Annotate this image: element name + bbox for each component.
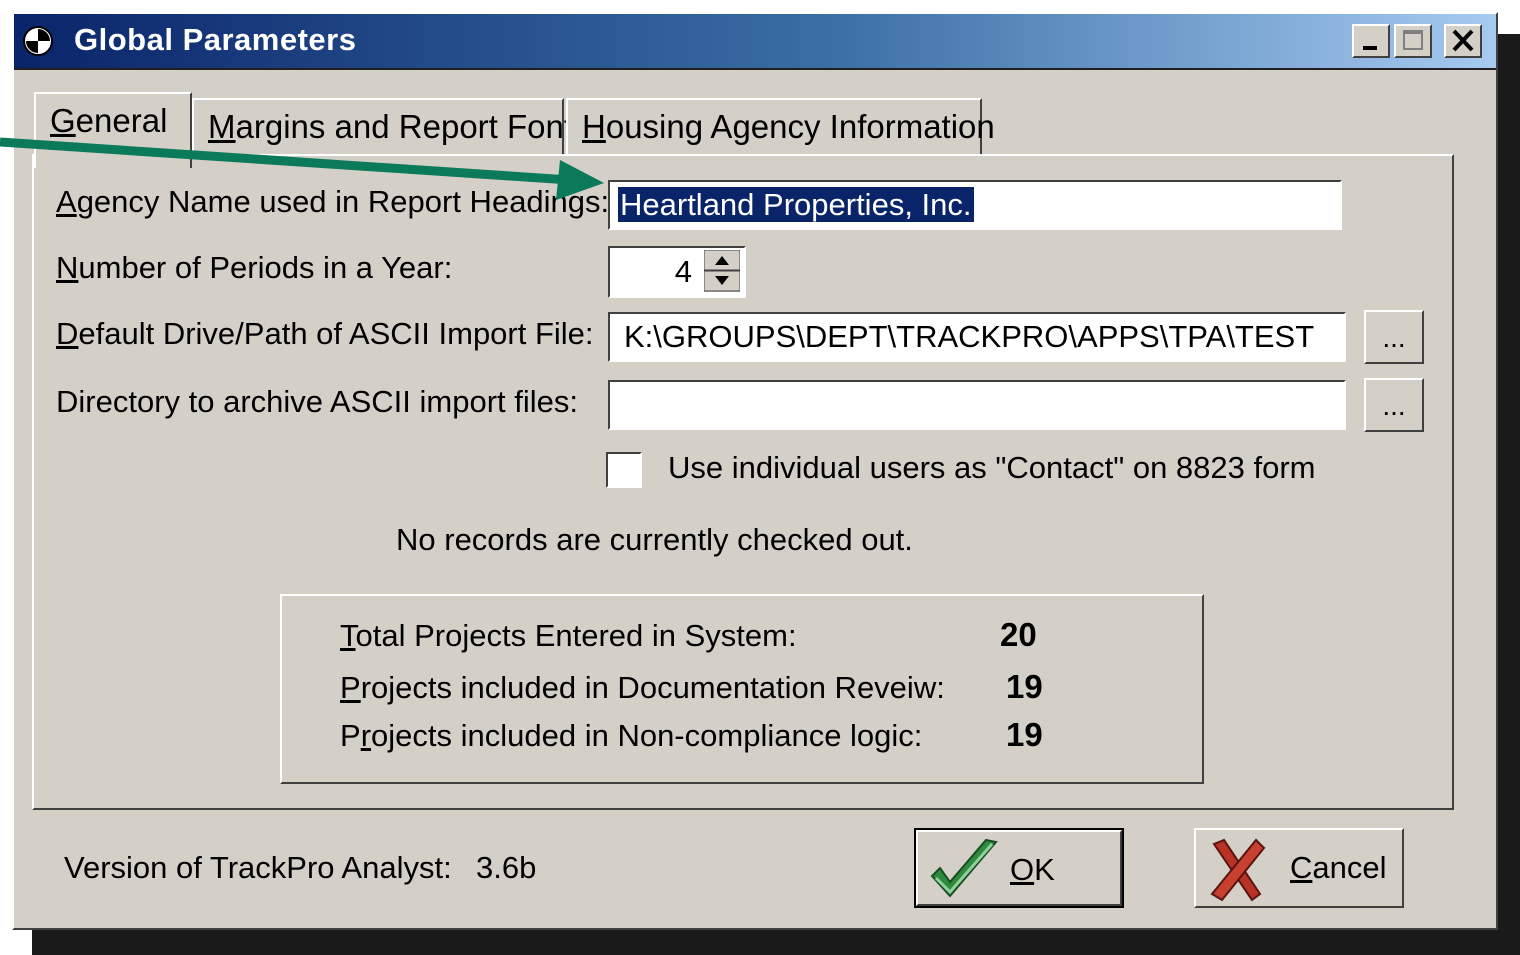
periods-label: Number of Periods in a Year: xyxy=(56,250,453,285)
import-path-label: Default Drive/Path of ASCII Import File: xyxy=(56,316,594,351)
tab-housing-agency-information[interactable]: Housing Agency Information xyxy=(566,98,995,156)
cancel-label: Cancel xyxy=(1290,850,1387,885)
window-title: Global Parameters xyxy=(74,22,357,57)
contact-checkbox-label: Use individual users as "Contact" on 882… xyxy=(668,450,1316,485)
version-label: Version of TrackPro Analyst: xyxy=(64,850,452,885)
checkout-status-text: No records are currently checked out. xyxy=(396,522,913,557)
x-cancel-icon xyxy=(1210,838,1266,902)
spin-buttons[interactable] xyxy=(703,249,741,292)
agency-name-label: Agency Name used in Report Headings: xyxy=(56,184,610,219)
agency-name-input[interactable]: Heartland Properties, Inc. xyxy=(608,180,1342,230)
periods-stepper[interactable]: 4 xyxy=(608,246,746,298)
close-button[interactable] xyxy=(1444,24,1482,58)
app-icon xyxy=(23,26,53,56)
tab-margins-and-report-font[interactable]: Margins and Report Font xyxy=(192,98,573,156)
ok-label: OK xyxy=(1010,852,1055,887)
spin-up-down-icon xyxy=(703,249,741,292)
minimize-icon xyxy=(1363,46,1377,50)
maximize-icon xyxy=(1403,30,1423,50)
title-bar[interactable]: Global Parameters xyxy=(14,14,1496,70)
close-icon xyxy=(1452,29,1474,52)
import-path-input[interactable]: K:\GROUPS\DEPT\TRACKPRO\APPS\TPA\TEST xyxy=(608,312,1346,362)
browse-archive-dir-button[interactable]: ... xyxy=(1364,378,1424,432)
maximize-button[interactable] xyxy=(1394,24,1432,58)
browse-import-path-button[interactable]: ... xyxy=(1364,310,1424,364)
version-value: 3.6b xyxy=(476,850,537,885)
checkmark-icon xyxy=(930,838,998,898)
global-parameters-dialog: Global Parameters General Margins and Re… xyxy=(12,12,1498,930)
agency-name-value: Heartland Properties, Inc. xyxy=(618,187,974,222)
cancel-button[interactable]: Cancel xyxy=(1194,828,1404,908)
archive-dir-label: Directory to archive ASCII import files: xyxy=(56,384,578,419)
tab-general[interactable]: General xyxy=(34,92,192,168)
ok-button[interactable]: OK xyxy=(914,828,1124,908)
periods-value: 4 xyxy=(674,254,692,289)
minimize-button[interactable] xyxy=(1352,24,1390,58)
import-path-value: K:\GROUPS\DEPT\TRACKPRO\APPS\TPA\TEST xyxy=(624,319,1315,354)
archive-dir-input[interactable] xyxy=(608,380,1346,430)
